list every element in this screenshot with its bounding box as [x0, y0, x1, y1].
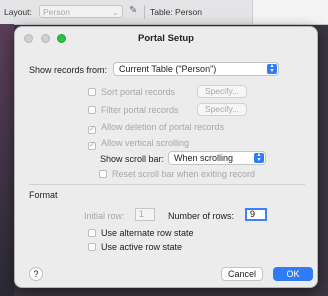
reset-scroll-checkbox[interactable]: [99, 170, 107, 178]
portal-setup-dialog: Portal Setup Show records from: Current …: [14, 26, 318, 288]
allow-deletion-label: Allow deletion of portal records: [101, 122, 225, 132]
table-label: Table: Person: [150, 7, 202, 17]
show-records-label: Show records from:: [29, 65, 108, 75]
alternate-row-checkbox[interactable]: [88, 229, 96, 237]
filter-records-label: Filter portal records: [101, 105, 179, 115]
sort-specify-button[interactable]: Specify...: [197, 85, 247, 98]
alternate-row-label: Use alternate row state: [101, 228, 194, 238]
sort-records-checkbox[interactable]: [88, 88, 96, 96]
layout-select-value: Person: [43, 7, 70, 17]
scroll-bar-popup[interactable]: When scrolling ▴ ▾: [168, 151, 266, 165]
initial-row-label: Initial row:: [84, 211, 125, 221]
chevron-up-down-icon: ▴ ▾: [254, 152, 264, 163]
chevron-up-down-icon: ▴ ▾: [267, 63, 277, 74]
active-row-checkbox[interactable]: [88, 243, 96, 251]
reset-scroll-option[interactable]: Reset scroll bar when exiting record: [99, 169, 255, 179]
dialog-title: Portal Setup: [138, 33, 194, 44]
filter-specify-button[interactable]: Specify...: [197, 103, 247, 116]
ok-button[interactable]: OK: [273, 267, 313, 281]
cancel-button[interactable]: Cancel: [221, 267, 263, 281]
show-records-value: Current Table ("Person"): [119, 64, 217, 74]
active-row-label: Use active row state: [101, 242, 183, 252]
scroll-bar-label: Show scroll bar:: [100, 154, 165, 164]
active-row-option[interactable]: Use active row state: [88, 242, 182, 252]
layout-select[interactable]: Person ⌄: [39, 5, 123, 18]
allow-scrolling-option[interactable]: ✓ Allow vertical scrolling: [88, 138, 189, 150]
chevron-down-icon: ⌄: [112, 8, 119, 17]
dialog-titlebar: Portal Setup: [15, 27, 317, 49]
filter-portal-records-option[interactable]: Filter portal records: [88, 105, 179, 115]
number-of-rows-label: Number of rows:: [168, 211, 235, 221]
allow-deletion-checkbox[interactable]: ✓: [88, 126, 96, 134]
alternate-row-option[interactable]: Use alternate row state: [88, 228, 194, 238]
reset-scroll-label: Reset scroll bar when exiting record: [112, 169, 256, 179]
layout-toolbar: Layout: Person ⌄ ✎ Table: Person: [0, 0, 328, 25]
section-divider: [29, 184, 305, 185]
desktop-background: [0, 24, 14, 296]
initial-row-field[interactable]: 1: [135, 208, 155, 221]
pencil-icon[interactable]: ✎: [129, 5, 137, 16]
sort-portal-records-option[interactable]: Sort portal records: [88, 87, 175, 97]
scroll-bar-value: When scrolling: [174, 153, 234, 163]
filter-records-checkbox[interactable]: [88, 106, 96, 114]
format-heading: Format: [29, 190, 58, 200]
show-records-popup[interactable]: Current Table ("Person") ▴ ▾: [113, 62, 279, 76]
allow-scrolling-label: Allow vertical scrolling: [101, 138, 190, 148]
toolbar-divider: [144, 5, 145, 19]
help-button[interactable]: ?: [29, 267, 43, 281]
layout-label: Layout:: [4, 7, 32, 17]
allow-scrolling-checkbox[interactable]: ✓: [88, 142, 96, 150]
sort-records-label: Sort portal records: [101, 87, 176, 97]
allow-deletion-option[interactable]: ✓ Allow deletion of portal records: [88, 122, 224, 134]
number-of-rows-field[interactable]: 9: [245, 208, 267, 221]
toolbar-right-area: [252, 0, 328, 24]
